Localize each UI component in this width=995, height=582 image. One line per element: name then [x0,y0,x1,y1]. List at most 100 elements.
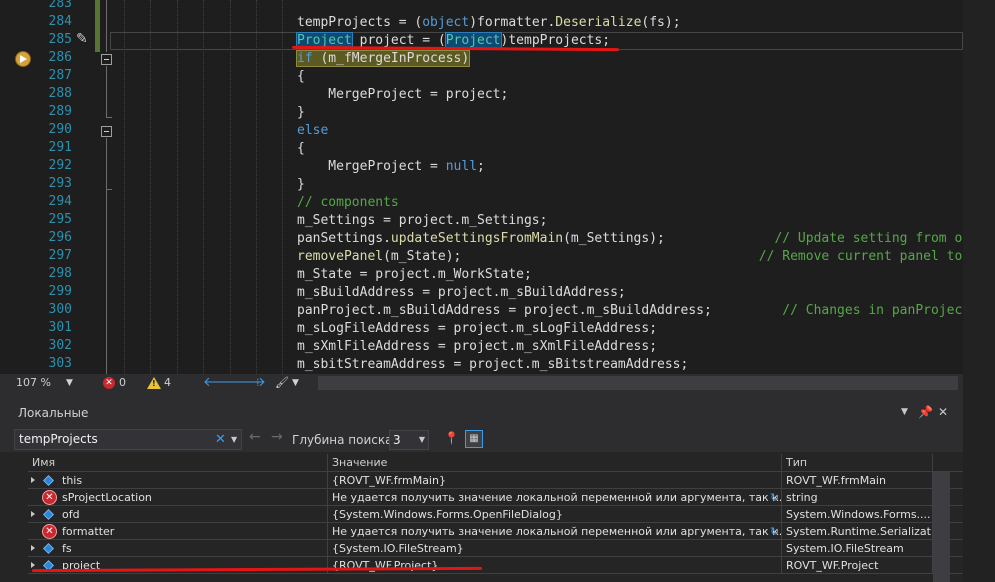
close-icon[interactable]: ✕ [938,403,948,421]
grid-left-margin [0,454,28,582]
line-number: 287 [48,68,72,83]
line-number: 289 [48,104,72,119]
code-line[interactable]: } [297,104,305,122]
search-box[interactable]: ✕ ▼ [14,429,242,450]
line-number: 297 [48,248,72,263]
row-name: this [62,474,83,487]
row-name-cell[interactable]: ✕ formatter [28,523,328,540]
row-value[interactable]: {ROVT_WF.Project} [328,557,782,574]
locals-grid[interactable]: Имя Значение Тип this {ROVT_WF.frmMain} RO… [28,454,963,574]
row-name-cell[interactable]: ofd [28,506,328,523]
editor-status-bar: 107 % ▼ ✕ 0 4 🡐 🡒 ⁞ 🖌 ▼ [0,374,963,392]
row-name-cell[interactable]: ✕ sProjectLocation [28,489,328,506]
zoom-dropdown-icon[interactable]: ▼ [66,374,73,392]
row-value[interactable]: {ROVT_WF.frmMain} [328,472,782,489]
brush-icon[interactable]: 🖌 [275,374,289,392]
pin-columns-icon[interactable]: 📍 [444,431,459,445]
code-editor[interactable]: ✎ 283 284 285 286 287 288 289 290 291 292 293 294 29… [0,0,963,374]
line-number-gutter: 283 284 285 286 287 288 289 290 291 292 293 294 295 2… [34,0,98,374]
locals-window: Локальные ▼ 📌 ✕ ✕ ▼ ← → Глубина поиска: … [0,392,963,582]
code-line[interactable]: } [297,176,305,194]
column-header-value[interactable]: Значение [328,454,782,472]
code-line[interactable]: panProject.m_sBuildAddress = project.m_s… [297,302,963,320]
grid-rows: this {ROVT_WF.frmMain} ROVT_WF.frmMain ✕ sPr… [28,472,963,574]
toolbar-separator: ⁞ [256,376,260,389]
collapse-else-icon[interactable] [101,126,112,137]
expand-arrow-icon[interactable] [31,562,35,568]
line-number: 286 [48,50,72,65]
refresh-icon[interactable]: ↻ [770,489,779,506]
line-number: 295 [48,212,72,227]
table-row[interactable]: ✕ sProjectLocation Не удается получить зна… [28,489,963,506]
table-row[interactable]: ofd {System.Windows.Forms.OpenFileDialog}… [28,506,963,523]
search-depth-select[interactable]: 3 ▼ [389,430,429,450]
row-name: sProjectLocation [62,491,152,504]
row-type: System.IO.FileStream [782,540,933,557]
error-count[interactable]: 0 [119,374,126,392]
brush-dropdown-icon[interactable]: ▼ [292,374,299,392]
view-as-table-icon[interactable]: ▦ [465,430,483,448]
row-value[interactable]: Не удается получить значение локальной п… [328,523,782,540]
code-line[interactable]: m_State = project.m_WorkState; [297,266,532,284]
code-line[interactable]: { [297,140,305,158]
code-line[interactable]: tempProjects = (object)formatter.Deseria… [297,14,681,32]
line-number: 290 [48,122,72,137]
line-number: 302 [48,338,72,353]
table-row[interactable]: fs {System.IO.FileStream} System.IO.FileSt… [28,540,963,557]
code-line[interactable]: if (m_fMergeInProcess) [295,50,471,68]
collapse-if-icon[interactable] [101,54,112,65]
line-number: 291 [48,140,72,155]
search-depth-value: 3 [393,433,401,447]
column-header-name[interactable]: Имя [28,454,328,472]
clear-search-icon[interactable]: ✕ [215,431,226,448]
code-line[interactable]: panSettings.updateSettingsFromMain(m_Set… [297,230,963,248]
row-type: string [782,489,933,506]
code-line[interactable]: m_sXmlFileAddress = project.m_sXmlFileAd… [297,338,657,356]
cube-icon [43,543,54,554]
row-name: fs [62,542,72,555]
search-previous-icon[interactable]: ← [249,429,261,445]
editor-horizontal-scrollbar[interactable] [318,376,958,390]
row-value[interactable]: {System.IO.FileStream} [328,540,782,557]
zoom-level[interactable]: 107 % [16,374,51,392]
row-name-cell[interactable]: fs [28,540,328,557]
search-dropdown-icon[interactable]: ▼ [231,431,237,448]
code-line[interactable]: removePanel(m_State); // Remove current … [297,248,962,266]
code-line[interactable]: MergeProject = null; [297,158,485,176]
line-number: 283 [48,0,72,11]
column-header-type[interactable]: Тип [782,454,933,472]
code-line[interactable]: { [297,68,305,86]
grid-header: Имя Значение Тип [28,454,963,472]
code-line[interactable]: m_sBuildAddress = project.m_sBuildAddres… [297,284,626,302]
code-line[interactable]: // components [297,194,399,212]
grid-vertical-scrollbar[interactable] [933,472,950,582]
table-row[interactable]: ✕ formatter Не удается получить значение л… [28,523,963,540]
warning-icon[interactable] [147,377,161,389]
chevron-down-icon[interactable]: ▼ [419,431,425,449]
code-line[interactable]: m_sbitStreamAddress = project.m_sBitstre… [297,356,688,374]
expand-arrow-icon[interactable] [31,511,35,517]
next-statement-arrow-icon [15,51,31,67]
error-icon[interactable]: ✕ [103,377,115,389]
line-number: 288 [48,86,72,101]
row-value[interactable]: Не удается получить значение локальной п… [328,489,782,506]
row-value[interactable]: {System.Windows.Forms.OpenFileDialog} [328,506,782,523]
line-number: 293 [48,176,72,191]
row-name-cell[interactable]: this [28,472,328,489]
search-input[interactable] [19,431,209,448]
code-line[interactable]: MergeProject = project; [297,86,508,104]
code-line[interactable]: m_Settings = project.m_Settings; [297,212,547,230]
refresh-icon[interactable]: ↻ [770,523,779,540]
search-next-icon[interactable]: → [271,429,283,445]
code-line[interactable]: m_sLogFileAddress = project.m_sLogFileAd… [297,320,657,338]
pin-icon[interactable]: 📌 [918,403,933,421]
code-line[interactable]: else [297,122,328,140]
navigate-forward-icon[interactable]: 🡒 [231,374,266,392]
line-number: 303 [48,356,72,371]
table-row[interactable]: this {ROVT_WF.frmMain} ROVT_WF.frmMain [28,472,963,489]
editor-vertical-scrollbar[interactable] [963,0,995,582]
warning-count[interactable]: 4 [164,374,171,392]
window-menu-icon[interactable]: ▼ [901,403,908,421]
expand-arrow-icon[interactable] [31,545,35,551]
expand-arrow-icon[interactable] [31,477,35,483]
